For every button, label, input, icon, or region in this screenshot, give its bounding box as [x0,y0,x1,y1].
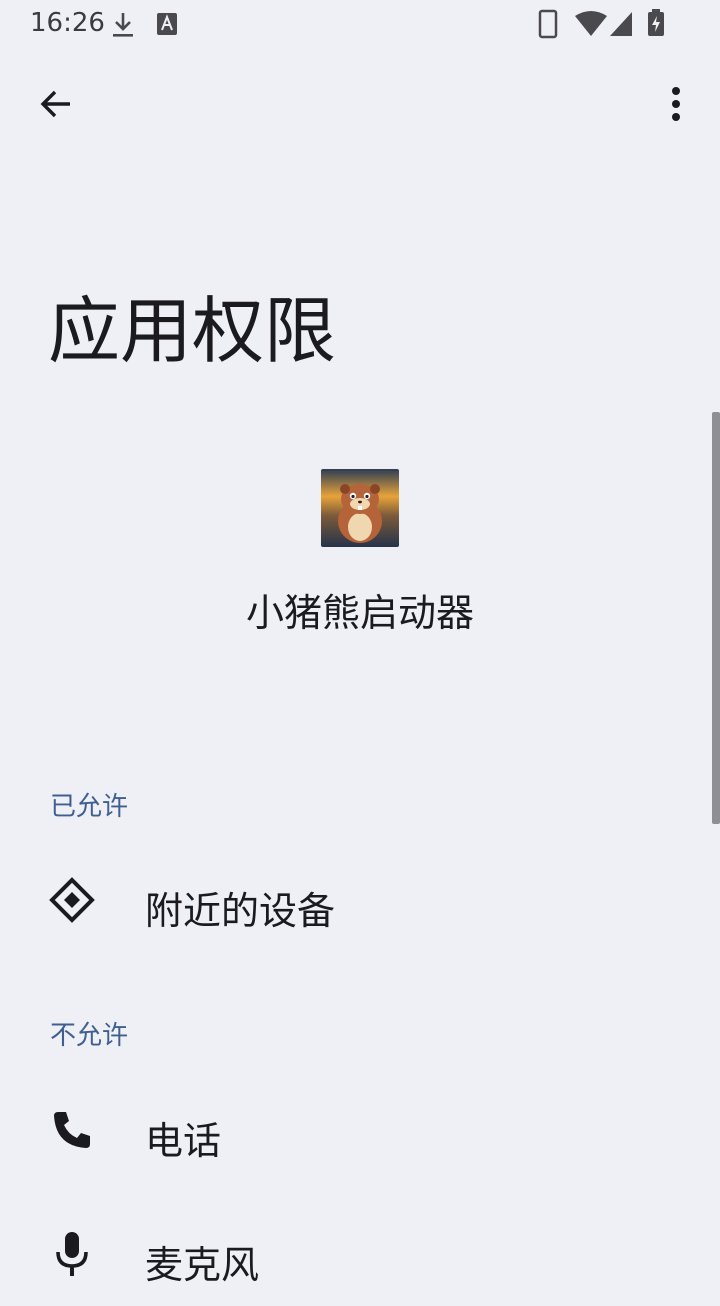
wifi-icon [575,11,607,36]
permission-item-microphone[interactable]: 麦克风 [0,1206,712,1306]
permission-item-nearby-devices[interactable]: 附近的设备 [0,852,712,952]
permission-label: 电话 [145,1119,222,1163]
status-bar: 16:26 [0,0,720,48]
hamster-app-icon [321,469,399,547]
phone-device-icon [538,9,558,39]
more-vert-icon [672,87,680,121]
section-header-allowed: 已允许 [50,792,129,822]
download-icon [113,13,133,37]
back-button[interactable] [24,72,88,136]
phone-icon [54,1112,90,1148]
permission-label: 附近的设备 [145,889,336,933]
nearby-devices-icon [49,877,95,923]
signal-icon [610,12,632,36]
app-name: 小猪熊启动器 [245,591,474,635]
permission-item-phone[interactable]: 电话 [0,1082,712,1182]
permission-label: 麦克风 [145,1243,260,1287]
page-title: 应用权限 [48,289,337,373]
battery-charging-icon [648,9,664,36]
more-options-button[interactable] [644,72,708,136]
accessibility-a-icon [157,13,177,35]
arrow-left-icon [40,90,70,118]
status-time: 16:26 [30,8,105,38]
scrollbar[interactable] [712,412,720,824]
section-header-denied: 不允许 [50,1021,129,1051]
microphone-icon [56,1232,88,1276]
